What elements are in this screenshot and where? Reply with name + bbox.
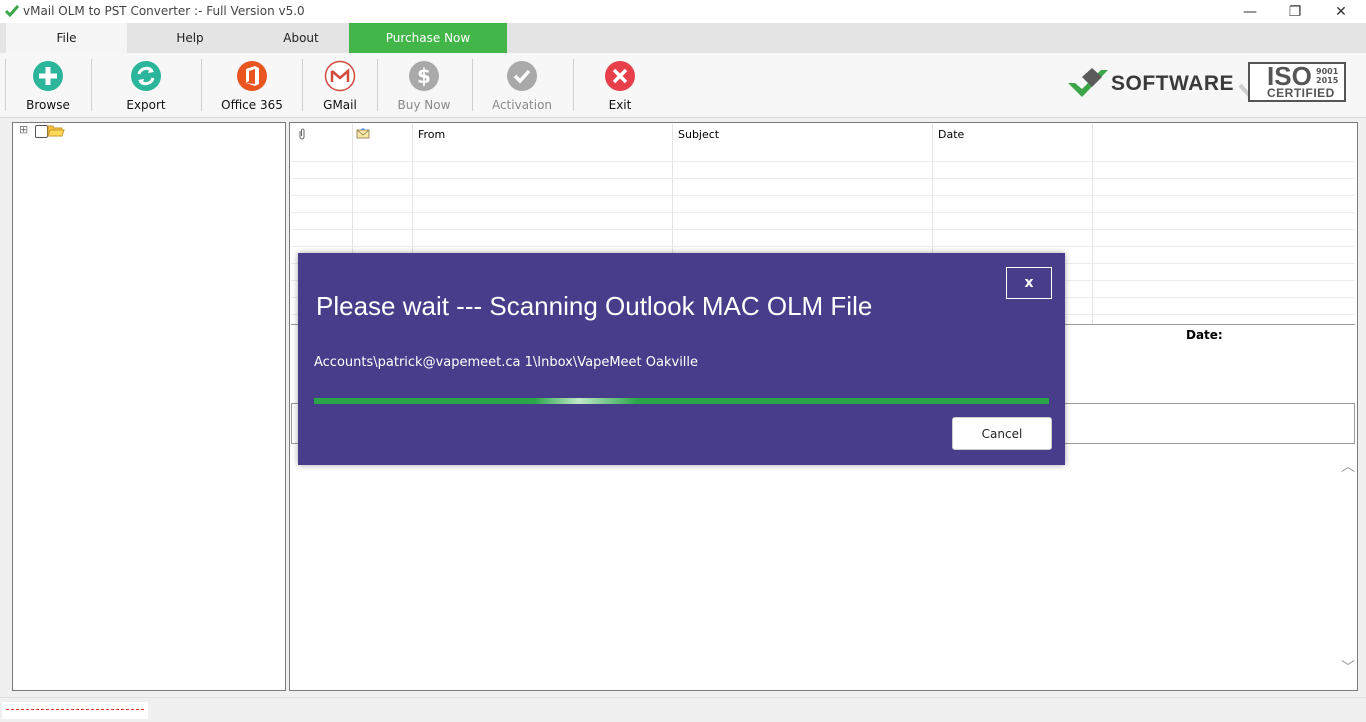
scan-path-text: Accounts\patrick@vapemeet.ca 1\Inbox\Vap… xyxy=(314,355,699,370)
iso-number-1: 9001 xyxy=(1316,67,1339,76)
column-header-subject[interactable]: Subject xyxy=(672,124,932,144)
grid-row-line xyxy=(291,229,1355,230)
restore-button[interactable]: ❐ xyxy=(1272,0,1318,23)
add-icon xyxy=(33,61,63,91)
dollar-icon: $ xyxy=(409,61,439,91)
toolbar-separator xyxy=(91,59,92,111)
toolbar-separator xyxy=(302,59,303,111)
exit-label: Exit xyxy=(608,98,632,112)
activation-label: Activation xyxy=(491,98,553,112)
iso-certified-text: CERTIFIED xyxy=(1267,86,1335,100)
toolbar-separator xyxy=(573,59,574,111)
menu-file[interactable]: File xyxy=(6,23,127,53)
minimize-button[interactable]: — xyxy=(1227,0,1273,23)
dialog-title: Please wait --- Scanning Outlook MAC OLM… xyxy=(316,291,873,321)
exit-icon xyxy=(605,61,635,91)
grid-row-line xyxy=(291,178,1355,179)
activation-button[interactable]: Activation xyxy=(486,53,558,117)
buy-now-label: Buy Now xyxy=(397,98,451,112)
status-bar xyxy=(0,697,1366,722)
attachment-icon xyxy=(299,128,305,140)
scan-progress-fill xyxy=(314,398,1049,404)
brand-software-text: SOFTWARE xyxy=(1111,72,1234,95)
menu-help[interactable]: Help xyxy=(127,23,253,53)
folder-tree-pane[interactable] xyxy=(12,122,286,691)
grid-row-line xyxy=(291,161,1355,162)
browse-button[interactable]: Browse xyxy=(12,53,84,117)
toolbar-separator xyxy=(472,59,473,111)
grid-row-line xyxy=(291,246,1355,247)
status-panel xyxy=(2,702,148,719)
tree-expand-icon[interactable]: ⊞ xyxy=(19,123,28,136)
export-button[interactable]: Export xyxy=(108,53,184,117)
office365-icon xyxy=(237,61,267,91)
grid-column-line xyxy=(1092,124,1093,324)
gmail-label: GMail xyxy=(323,98,357,112)
menu-about[interactable]: About xyxy=(253,23,349,53)
scanning-dialog: Please wait --- Scanning Outlook MAC OLM… xyxy=(298,253,1065,465)
envelope-icon xyxy=(356,127,370,139)
folder-icon xyxy=(47,125,65,137)
scan-progress-bar xyxy=(314,398,1049,404)
toolbar-separator xyxy=(201,59,202,111)
close-window-button[interactable]: ✕ xyxy=(1318,0,1364,23)
gmail-button[interactable]: GMail xyxy=(309,53,371,117)
column-header-from[interactable]: From xyxy=(412,124,672,144)
toolbar-separator xyxy=(377,59,378,111)
grid-row-line xyxy=(291,195,1355,196)
toolbar-separator xyxy=(5,59,6,111)
column-header-date[interactable]: Date xyxy=(932,124,1092,144)
status-progress-line xyxy=(6,709,144,710)
office365-button[interactable]: Office 365 xyxy=(214,53,290,117)
buy-now-button[interactable]: $ Buy Now xyxy=(388,53,460,117)
iso-number-2: 2015 xyxy=(1316,76,1339,85)
scroll-down-icon[interactable]: ﹀ xyxy=(1341,657,1355,677)
menu-bar: File Help About Purchase Now xyxy=(0,23,1366,53)
window-title: vMail OLM to PST Converter :- Full Versi… xyxy=(23,4,305,18)
dialog-close-button[interactable]: x xyxy=(1006,267,1052,299)
preview-date-label: Date: xyxy=(1186,328,1223,342)
svg-text:$: $ xyxy=(417,64,431,88)
gmail-icon xyxy=(324,60,356,92)
office365-label: Office 365 xyxy=(221,98,283,112)
menu-purchase-now[interactable]: Purchase Now xyxy=(349,23,507,53)
app-logo-icon xyxy=(5,5,19,17)
sync-icon xyxy=(131,61,161,91)
check-icon xyxy=(507,61,537,91)
grid-row-line xyxy=(291,212,1355,213)
cancel-button[interactable]: Cancel xyxy=(952,417,1052,450)
browse-label: Browse xyxy=(26,98,70,112)
scroll-up-icon[interactable]: ︿ xyxy=(1341,456,1355,476)
exit-button[interactable]: Exit xyxy=(590,53,650,117)
export-label: Export xyxy=(126,98,166,112)
